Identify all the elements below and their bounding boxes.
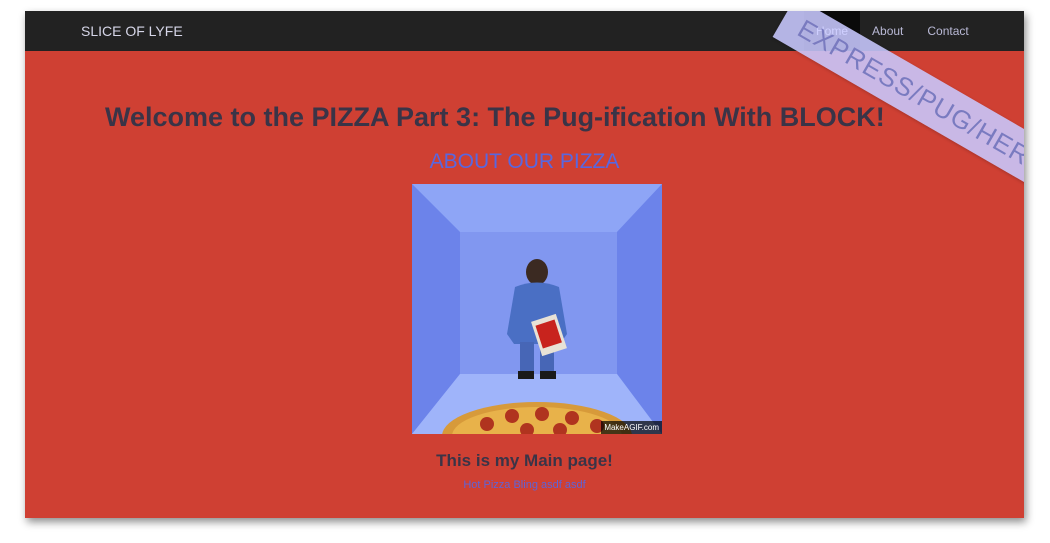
gif-watermark: MakeAGIF.com — [601, 421, 662, 434]
main-page-title: This is my Main page! — [436, 451, 613, 470]
page-headline: Welcome to the PIZZA Part 3: The Pug-ifi… — [105, 102, 885, 132]
gif-illustration — [412, 184, 662, 434]
about-heading: ABOUT OUR PIZZA — [429, 150, 620, 173]
brand-link[interactable]: SLICE OF LYFE — [81, 11, 183, 51]
subtext: Hot Pizza Bling asdf asdf — [463, 479, 586, 491]
browser-viewport: SLICE OF LYFE Home About Contact Welcome… — [25, 11, 1024, 518]
pizza-gif-image: MakeAGIF.com — [412, 184, 662, 434]
nav-contact[interactable]: Contact — [915, 11, 980, 51]
